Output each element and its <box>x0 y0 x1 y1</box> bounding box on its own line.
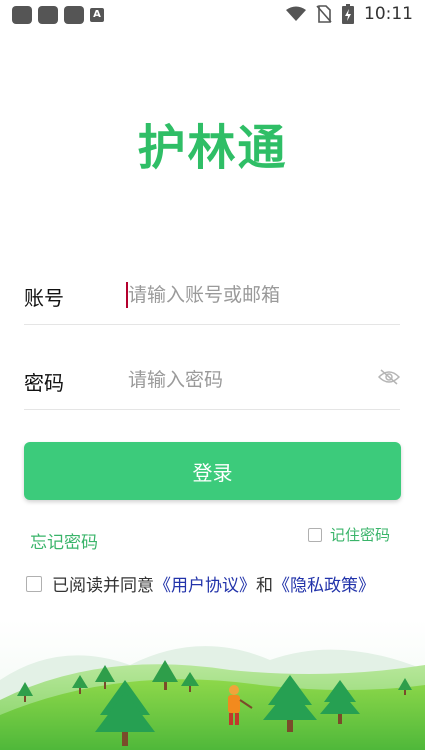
remember-checkbox[interactable] <box>307 527 322 542</box>
account-label: 账号 <box>24 286 64 310</box>
text-cursor <box>126 282 128 308</box>
forest-landscape-illustration <box>0 620 425 750</box>
notification-icons: A <box>12 6 104 24</box>
agree-checkbox[interactable] <box>26 575 42 592</box>
no-sim-icon <box>316 5 332 23</box>
agree-prefix: 已阅读并同意 <box>52 576 154 596</box>
password-input[interactable] <box>126 361 380 399</box>
account-input[interactable] <box>126 276 380 314</box>
remember-label: 记住密码 <box>329 526 390 544</box>
wifi-icon <box>286 6 306 21</box>
clock: 10:11 <box>364 4 413 24</box>
notification-icon <box>12 6 32 24</box>
user-agreement-link[interactable]: 《用户协议》 <box>154 571 256 596</box>
notification-icon <box>38 6 58 24</box>
agreement-row: 已阅读并同意 《用户协议》 和 《隐私政策》 <box>26 571 375 596</box>
battery-icon <box>342 4 354 24</box>
app-title: 护林通 <box>137 120 288 176</box>
eye-off-icon[interactable] <box>378 369 400 385</box>
status-bar: A 10:11 <box>0 0 425 30</box>
remember-password[interactable]: 记住密码 <box>307 524 390 545</box>
password-label: 密码 <box>24 371 64 395</box>
login-button[interactable]: 登录 <box>24 442 401 500</box>
account-row: 账号 <box>24 266 400 325</box>
password-row: 密码 <box>24 351 400 410</box>
agree-and: 和 <box>256 576 273 596</box>
privacy-policy-link[interactable]: 《隐私政策》 <box>273 571 375 596</box>
notification-icon <box>64 6 84 24</box>
forgot-password-link[interactable]: 忘记密码 <box>30 528 98 553</box>
app-notification-icon: A <box>90 8 104 22</box>
